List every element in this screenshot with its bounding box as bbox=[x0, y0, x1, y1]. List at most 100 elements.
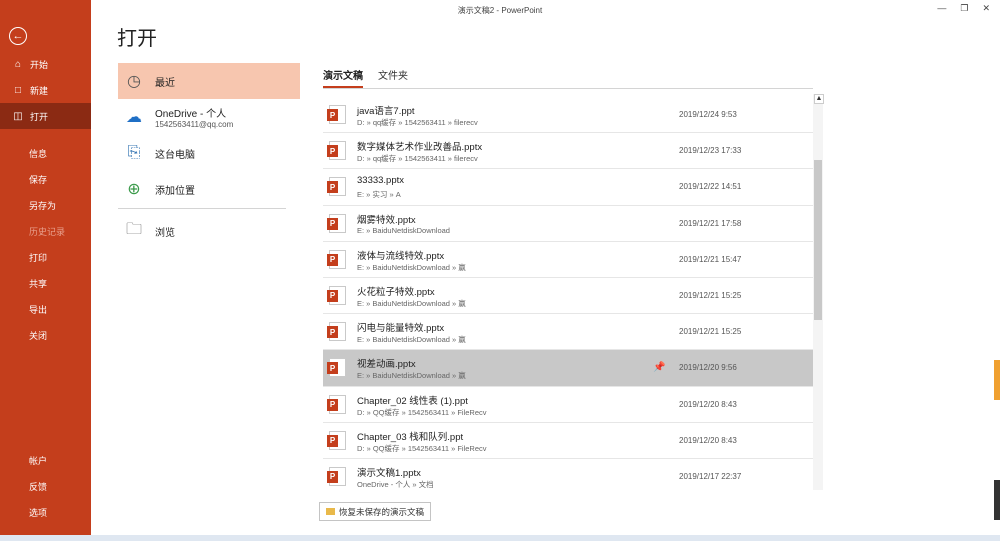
file-date: 2019/12/20 9:56 bbox=[679, 363, 737, 373]
file-name: 演示文稿1.pptx bbox=[357, 467, 421, 479]
sidebar-top-nav: ⌂ 开始 □ 新建 ◫ 打开 bbox=[0, 51, 91, 129]
recover-unsaved-label: 恢复未保存的演示文稿 bbox=[339, 506, 425, 517]
pptx-letter: P bbox=[327, 289, 338, 302]
file-row[interactable]: P 火花粒子特效.pptx E: » BaiduNetdiskDownload » … bbox=[323, 278, 813, 315]
location-onedrive[interactable]: ☁ OneDrive - 个人 1542563411@qq.com bbox=[118, 99, 300, 135]
onedrive-cloud-icon: ☁ bbox=[126, 109, 142, 126]
pptx-letter: P bbox=[327, 217, 338, 230]
sidebar-item-save[interactable]: 保存 bbox=[0, 166, 91, 192]
file-name: Chapter_03 栈和队列.ppt bbox=[357, 431, 464, 443]
sidebar-item-new[interactable]: □ 新建 bbox=[0, 77, 91, 103]
edge-widget bbox=[994, 360, 1000, 400]
taskbar-strip bbox=[0, 535, 1000, 541]
file-name: 数字媒体艺术作业改善品.pptx bbox=[357, 142, 483, 154]
file-row[interactable]: P Chapter_03 栈和队列.ppt D: » QQ缓存 » 15425634… bbox=[323, 423, 813, 459]
file-row[interactable]: P 数字媒体艺术作业改善品.pptx D: » qq缓存 » 1542563411 … bbox=[323, 133, 813, 170]
file-row[interactable]: Pjava语言7.ppt D: » qq缓存 » 1542563411 » fil… bbox=[323, 97, 813, 134]
pptx-file-icon: P bbox=[327, 285, 346, 305]
scroll-up-icon[interactable]: ▲ bbox=[814, 94, 824, 104]
location-account: 1542563411@qq.com bbox=[155, 120, 234, 129]
file-date: 2019/12/22 14:51 bbox=[679, 182, 742, 192]
sidebar-item-options[interactable]: 选项 bbox=[0, 499, 91, 525]
sidebar-item-info[interactable]: 信息 bbox=[0, 140, 91, 166]
file-row[interactable]: P 液体与流线特效.pptx E: » BaiduNetdiskDownload »… bbox=[323, 242, 813, 278]
edge-widget bbox=[994, 480, 1000, 520]
tab-folders[interactable]: 文件夹 bbox=[378, 67, 408, 88]
sidebar-item-open[interactable]: ◫ 打开 bbox=[0, 103, 91, 129]
folder-icon: 🗀 bbox=[125, 220, 142, 238]
tab-presentations[interactable]: 演示文稿 bbox=[323, 67, 363, 88]
file-date: 2019/12/20 8:43 bbox=[679, 435, 737, 445]
location-browse[interactable]: 🗀 浏览 bbox=[118, 213, 300, 249]
sidebar-item-close[interactable]: 关闭 bbox=[0, 322, 91, 348]
file-path: E: » 实习 » A bbox=[357, 190, 401, 200]
pptx-letter: P bbox=[327, 109, 338, 121]
minimize-icon[interactable]: — bbox=[937, 3, 946, 14]
sidebar-bottom-nav: 帐户 反馈 选项 bbox=[0, 447, 91, 525]
pptx-letter: P bbox=[327, 181, 338, 194]
pptx-file-icon: P bbox=[327, 213, 346, 233]
home-icon: ⌂ bbox=[14, 58, 22, 70]
page-title: 打开 bbox=[117, 28, 157, 50]
pin-icon[interactable]: 📌 bbox=[653, 362, 665, 373]
file-name: 火花粒子特效.pptx bbox=[357, 286, 435, 298]
pptx-file-icon: P bbox=[327, 466, 346, 486]
sidebar-item-feedback[interactable]: 反馈 bbox=[0, 473, 91, 499]
pptx-letter: P bbox=[327, 253, 338, 266]
pptx-letter: P bbox=[327, 145, 338, 158]
pptx-letter: P bbox=[327, 434, 338, 447]
file-name: java语言7.ppt bbox=[357, 106, 415, 117]
sidebar-item-account[interactable]: 帐户 bbox=[0, 447, 91, 473]
folder-icon bbox=[326, 508, 335, 515]
sidebar-item-history: 历史记录 bbox=[29, 226, 66, 237]
file-date: 2019/12/21 15:25 bbox=[679, 290, 742, 300]
file-date: 2019/12/23 17:33 bbox=[679, 146, 742, 156]
sidebar-mid-nav: 信息 保存 另存为 历史记录 打印 共享 导出 关闭 bbox=[0, 140, 91, 348]
sidebar-item-print[interactable]: 打印 bbox=[0, 244, 91, 270]
file-path: E: » BaiduNetdiskDownload » 赢 bbox=[357, 335, 466, 345]
scrollbar-thumb[interactable] bbox=[814, 160, 822, 320]
pptx-file-icon: P bbox=[327, 105, 346, 124]
file-date: 2019/12/17 22:37 bbox=[679, 471, 742, 481]
location-add-place[interactable]: ⊕ 添加位置 bbox=[118, 171, 300, 207]
pptx-file-icon: P bbox=[327, 430, 346, 450]
pptx-file-icon: P bbox=[327, 177, 346, 197]
recover-unsaved-button[interactable]: 恢复未保存的演示文稿 bbox=[319, 502, 432, 521]
scrollbar[interactable]: ▲ bbox=[813, 94, 824, 490]
file-name: 烟雾特效.pptx bbox=[357, 214, 416, 226]
file-row[interactable]: P 演示文稿1.pptx OneDrive - 个人 » 文档 2019/12/17 … bbox=[323, 459, 813, 490]
file-tabs: 演示文稿 文件夹 bbox=[323, 67, 408, 88]
sidebar-item-share[interactable]: 共享 bbox=[0, 270, 91, 296]
file-path: D: » QQ缓存 » 1542563411 » FileRecv bbox=[357, 443, 487, 453]
pptx-letter: P bbox=[327, 470, 338, 483]
location-label: 最近 bbox=[155, 77, 175, 89]
sidebar-item-home[interactable]: ⌂ 开始 bbox=[0, 51, 91, 77]
window-controls: — ❐ ✕ bbox=[937, 3, 990, 14]
clock-icon: ◷ bbox=[127, 73, 141, 90]
pptx-file-icon: P bbox=[327, 322, 346, 342]
divider bbox=[323, 88, 813, 89]
sidebar-item-save-as[interactable]: 另存为 bbox=[0, 192, 91, 218]
location-label: 这台电脑 bbox=[155, 149, 195, 161]
location-recent[interactable]: ◷ 最近 bbox=[118, 63, 300, 99]
restore-icon[interactable]: ❐ bbox=[960, 3, 968, 14]
file-path: OneDrive - 个人 » 文档 bbox=[357, 479, 434, 489]
file-row[interactable]: P 烟雾特效.pptx E: » BaiduNetdiskDownload 2019/… bbox=[323, 206, 813, 242]
file-path: E: » BaiduNetdiskDownload bbox=[357, 225, 450, 235]
file-row[interactable]: P Chapter_02 线性表 (1).ppt D: » QQ缓存 » 15425… bbox=[323, 387, 813, 423]
file-name: 视差动画.pptx bbox=[357, 359, 416, 371]
back-arrow-icon[interactable]: ← bbox=[9, 27, 27, 45]
file-row[interactable]: P 闪电与能量特效.pptx E: » BaiduNetdiskDownload »… bbox=[323, 314, 813, 351]
file-path: D: » qq缓存 » 1542563411 » filerecv bbox=[357, 118, 478, 127]
file-row[interactable]: P 视差动画.pptx E: » BaiduNetdiskDownload » 赢 📌… bbox=[323, 350, 813, 387]
recent-file-list: Pjava语言7.ppt D: » qq缓存 » 1542563411 » fil… bbox=[323, 97, 813, 490]
close-icon[interactable]: ✕ bbox=[982, 3, 990, 14]
sidebar-item-label: 打开 bbox=[30, 111, 49, 122]
pptx-letter: P bbox=[327, 362, 338, 375]
location-this-pc[interactable]: ⎘ 这台电脑 bbox=[118, 135, 300, 171]
file-row[interactable]: P 33333.pptx E: » 实习 » A 2019/12/22 14:51 bbox=[323, 169, 813, 206]
location-label: 浏览 bbox=[155, 227, 175, 239]
sidebar-item-label: 新建 bbox=[30, 85, 49, 96]
add-location-globe-icon: ⊕ bbox=[127, 181, 141, 198]
sidebar-item-export[interactable]: 导出 bbox=[0, 296, 91, 322]
